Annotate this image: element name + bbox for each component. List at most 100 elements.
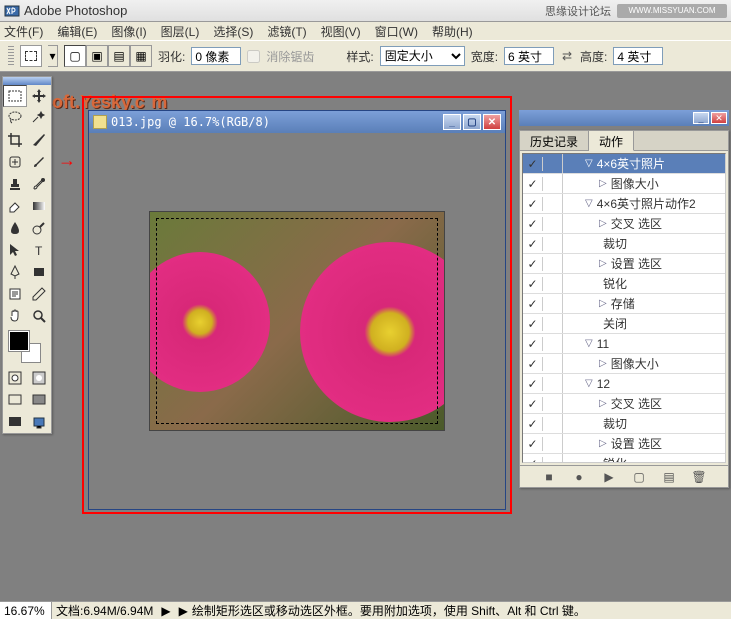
action-item[interactable]: 裁切	[563, 415, 725, 432]
action-row[interactable]: ✓▷交叉 选区	[523, 394, 725, 414]
screen-full-menus[interactable]	[27, 389, 51, 411]
action-check-icon[interactable]: ✓	[523, 257, 543, 271]
menu-layer[interactable]: 图层(L)	[161, 23, 200, 40]
panel-min-button[interactable]: _	[693, 112, 709, 124]
action-dialog-toggle[interactable]	[543, 234, 563, 253]
action-item[interactable]: ▷设置 选区	[563, 255, 725, 272]
action-row[interactable]: ✓ 锐化	[523, 274, 725, 294]
action-check-icon[interactable]: ✓	[523, 197, 543, 211]
action-dialog-toggle[interactable]	[543, 354, 563, 373]
action-row[interactable]: ✓ 锐化	[523, 454, 725, 463]
action-row[interactable]: ✓ ▽4×6英寸照片动作2	[523, 194, 725, 214]
actions-list[interactable]: ✓▽4×6英寸照片✓▷图像大小✓▽4×6英寸照片动作2✓▷交叉 选区✓裁切✓▷设…	[522, 153, 726, 463]
action-dialog-toggle[interactable]	[543, 294, 563, 313]
heal-tool[interactable]	[3, 151, 27, 173]
zoom-tool[interactable]	[27, 305, 51, 327]
action-dialog-toggle[interactable]	[543, 394, 563, 413]
action-dialog-toggle[interactable]	[543, 454, 563, 463]
mode-subtract-button[interactable]: ▤	[108, 45, 130, 67]
jump-to-imageready[interactable]	[27, 411, 51, 433]
action-item[interactable]: ▷交叉 选区	[563, 215, 725, 232]
move-tool[interactable]	[27, 85, 51, 107]
brush-tool[interactable]	[27, 151, 51, 173]
mode-new-button[interactable]: ▢	[64, 45, 86, 67]
action-item[interactable]: 锐化	[563, 275, 725, 292]
current-tool-icon[interactable]	[20, 45, 42, 67]
menu-view[interactable]: 视图(V)	[321, 23, 361, 40]
blur-tool[interactable]	[3, 217, 27, 239]
stop-button[interactable]: ■	[540, 469, 558, 485]
action-check-icon[interactable]: ✓	[523, 237, 543, 251]
swap-icon[interactable]: ⇄	[560, 49, 574, 63]
action-check-icon[interactable]: ✓	[523, 457, 543, 464]
action-row[interactable]: ✓ ▷交叉 选区	[523, 214, 725, 234]
action-check-icon[interactable]: ✓	[523, 357, 543, 371]
action-check-icon[interactable]: ✓	[523, 217, 543, 231]
new-set-button[interactable]: ▢	[630, 469, 648, 485]
action-check-icon[interactable]: ✓	[523, 297, 543, 311]
width-input[interactable]	[504, 47, 554, 65]
action-item[interactable]: ▽4×6英寸照片	[563, 155, 725, 172]
play-button[interactable]: ▶	[600, 469, 618, 485]
disclosure-icon[interactable]: ▷	[599, 298, 607, 309]
action-row[interactable]: ✓▷图像大小	[523, 354, 725, 374]
tool-preset-dropdown[interactable]: ▾	[48, 45, 58, 67]
type-tool[interactable]: T	[27, 239, 51, 261]
doc-size-menu-icon[interactable]: ▶	[157, 604, 174, 618]
screen-standard[interactable]	[3, 389, 27, 411]
action-row[interactable]: ✓▷存储	[523, 294, 725, 314]
action-row[interactable]: ✓ 关闭	[523, 314, 725, 334]
action-dialog-toggle[interactable]	[543, 194, 563, 213]
disclosure-icon[interactable]: ▽	[585, 378, 593, 389]
foreground-color[interactable]	[9, 331, 29, 351]
action-check-icon[interactable]: ✓	[523, 277, 543, 291]
tab-history[interactable]: 历史记录	[520, 131, 589, 150]
action-check-icon[interactable]: ✓	[523, 437, 543, 451]
path-select-tool[interactable]	[3, 239, 27, 261]
minimize-button[interactable]: _	[443, 114, 461, 130]
disclosure-icon[interactable]: ▽	[585, 158, 593, 169]
screen-full[interactable]	[3, 411, 27, 433]
mode-add-button[interactable]: ▣	[86, 45, 108, 67]
shape-tool[interactable]	[27, 261, 51, 283]
doc-size-text[interactable]: 文档:6.94M/6.94M	[52, 602, 157, 619]
new-action-button[interactable]: ▤	[660, 469, 678, 485]
document-canvas[interactable]	[89, 133, 505, 509]
menu-edit[interactable]: 编辑(E)	[57, 23, 97, 40]
action-item[interactable]: 关闭	[563, 315, 725, 332]
action-row[interactable]: ✓ 裁切	[523, 234, 725, 254]
action-dialog-toggle[interactable]	[543, 174, 563, 193]
action-item[interactable]: 裁切	[563, 235, 725, 252]
action-row[interactable]: ✓▷设置 选区	[523, 434, 725, 454]
wand-tool[interactable]	[27, 107, 51, 129]
action-row[interactable]: ✓ ▷设置 选区	[523, 254, 725, 274]
selection-marquee[interactable]	[156, 218, 438, 424]
menu-filter[interactable]: 滤镜(T)	[267, 23, 306, 40]
action-check-icon[interactable]: ✓	[523, 317, 543, 331]
action-item[interactable]: ▽11	[563, 337, 725, 351]
action-row[interactable]: ✓▽4×6英寸照片	[523, 154, 725, 174]
document-titlebar[interactable]: 013.jpg @ 16.7%(RGB/8) _ ▢ ✕	[89, 111, 505, 133]
action-item[interactable]: ▽4×6英寸照片动作2	[563, 195, 725, 212]
marquee-tool[interactable]	[3, 85, 27, 107]
close-button[interactable]: ✕	[483, 114, 501, 130]
action-dialog-toggle[interactable]	[543, 274, 563, 293]
slice-tool[interactable]	[27, 129, 51, 151]
disclosure-icon[interactable]: ▷	[599, 258, 607, 269]
action-check-icon[interactable]: ✓	[523, 337, 543, 351]
style-select[interactable]: 固定大小	[380, 46, 465, 66]
pen-tool[interactable]	[3, 261, 27, 283]
feather-input[interactable]	[191, 47, 241, 65]
dodge-tool[interactable]	[27, 217, 51, 239]
disclosure-icon[interactable]: ▷	[599, 358, 607, 369]
crop-tool[interactable]	[3, 129, 27, 151]
action-check-icon[interactable]: ✓	[523, 417, 543, 431]
menu-file[interactable]: 文件(F)	[4, 23, 43, 40]
disclosure-icon[interactable]: ▷	[599, 438, 607, 449]
action-item[interactable]: 锐化	[563, 455, 725, 463]
action-check-icon[interactable]: ✓	[523, 397, 543, 411]
disclosure-icon[interactable]: ▷	[599, 398, 607, 409]
eyedropper-tool[interactable]	[27, 283, 51, 305]
menu-window[interactable]: 窗口(W)	[375, 23, 418, 40]
quickmask-on[interactable]	[27, 367, 51, 389]
